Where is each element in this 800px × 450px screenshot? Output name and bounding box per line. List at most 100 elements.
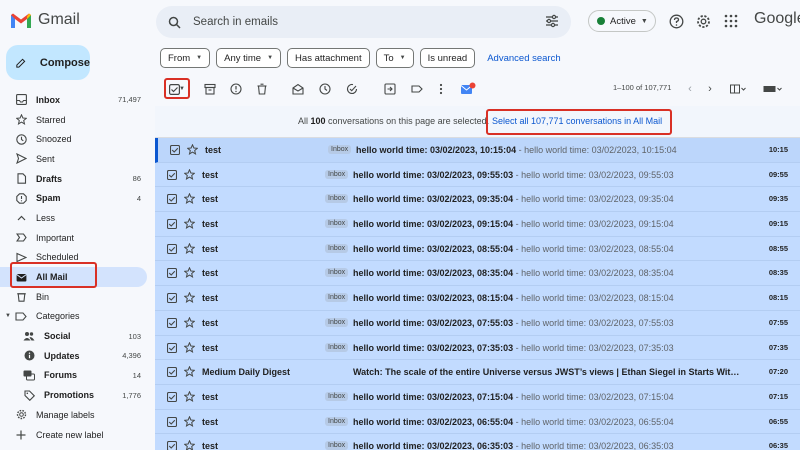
sidebar-item-spam[interactable]: Spam 4: [0, 188, 155, 208]
density-icon[interactable]: [762, 81, 784, 97]
archive-icon[interactable]: [202, 81, 218, 97]
expand-arrow-icon[interactable]: ▼: [5, 313, 11, 319]
email-row[interactable]: test Inbox hello world time: 03/02/2023, 0…: [155, 237, 800, 262]
email-row[interactable]: test Inbox hello world time: 03/02/2023, 0…: [155, 434, 800, 450]
email-row[interactable]: test Inbox hello world time: 03/02/2023, 0…: [155, 286, 800, 311]
email-row[interactable]: test Inbox hello world time: 03/02/2023, 0…: [155, 212, 800, 237]
compose-button[interactable]: Compose: [6, 45, 90, 80]
inbox-label-badge[interactable]: Inbox: [325, 391, 349, 401]
filter-chip-has-attachment[interactable]: Has attachment: [287, 48, 370, 68]
row-checkbox[interactable]: [166, 416, 178, 429]
star-icon[interactable]: [183, 439, 196, 450]
email-row[interactable]: test Inbox hello world time: 03/02/2023, 1…: [155, 138, 800, 163]
sidebar-item-sent[interactable]: Sent: [0, 149, 155, 169]
star-icon[interactable]: [183, 390, 196, 404]
inbox-label-badge[interactable]: Inbox: [325, 219, 349, 229]
star-icon[interactable]: [183, 291, 196, 305]
sidebar-item-starred[interactable]: Starred: [0, 110, 155, 130]
gmail-logo[interactable]: Gmail: [10, 11, 80, 29]
star-icon[interactable]: [186, 143, 199, 157]
star-icon[interactable]: [183, 341, 196, 355]
sidebar-item-social[interactable]: Social 103: [0, 326, 155, 346]
add-to-tasks-icon[interactable]: [344, 81, 360, 97]
sidebar-item-important[interactable]: Important: [0, 228, 155, 248]
email-row[interactable]: test Inbox hello world time: 03/02/2023, 0…: [155, 311, 800, 336]
filter-chip-to[interactable]: To ▼: [375, 48, 414, 68]
row-checkbox[interactable]: [166, 194, 178, 206]
inbox-label-badge[interactable]: Inbox: [325, 194, 349, 204]
email-row[interactable]: Medium Daily Digest Watch: The scale of t…: [155, 360, 800, 385]
row-checkbox[interactable]: [166, 342, 178, 355]
inbox-label-badge[interactable]: Inbox: [325, 169, 349, 179]
inbox-label-badge[interactable]: Inbox: [328, 145, 352, 154]
gear-icon[interactable]: [694, 12, 712, 30]
search-options-icon[interactable]: [545, 14, 559, 28]
filter-chip-any-time[interactable]: Any time ▼: [216, 48, 282, 68]
star-icon[interactable]: [183, 192, 196, 206]
sidebar-item-updates[interactable]: Updates 4,396: [0, 346, 155, 366]
email-row[interactable]: test Inbox hello world time: 03/02/2023, 0…: [155, 261, 800, 287]
row-checkbox[interactable]: [166, 243, 178, 256]
row-checkbox[interactable]: [166, 169, 178, 182]
email-row[interactable]: test Inbox hello world time: 03/02/2023, 0…: [155, 385, 800, 410]
help-icon[interactable]: [667, 12, 685, 30]
row-checkbox[interactable]: [166, 367, 178, 379]
previous-page-icon[interactable]: ‹: [682, 81, 698, 97]
delete-icon[interactable]: [254, 81, 270, 97]
star-icon[interactable]: [183, 242, 196, 256]
row-checkbox[interactable]: [169, 144, 181, 157]
email-row[interactable]: test Inbox hello world time: 03/02/2023, 0…: [155, 410, 800, 435]
row-checkbox[interactable]: [166, 268, 178, 280]
row-checkbox[interactable]: [166, 391, 178, 404]
inbox-label-badge[interactable]: Inbox: [325, 268, 349, 278]
sidebar-item-count: 14: [132, 370, 141, 380]
inbox-label-badge[interactable]: Inbox: [325, 416, 349, 426]
sidebar-item-bin[interactable]: Bin: [0, 287, 155, 307]
label-icon[interactable]: [409, 81, 425, 97]
star-icon[interactable]: [183, 365, 196, 379]
filter-chip-is-unread[interactable]: Is unread: [419, 48, 476, 68]
apps-grid-icon[interactable]: [722, 12, 740, 30]
search-bar[interactable]: Search in emails: [156, 6, 571, 38]
row-checkbox[interactable]: [166, 317, 178, 330]
inbox-label-badge[interactable]: Inbox: [325, 441, 349, 450]
select-dropdown-icon[interactable]: ▼: [178, 81, 186, 97]
row-checkbox[interactable]: [166, 219, 178, 231]
search-input[interactable]: Search in emails: [193, 16, 278, 28]
filter-chip-from[interactable]: From ▼: [160, 48, 211, 68]
google-logo[interactable]: Google: [754, 10, 800, 28]
advanced-search-link[interactable]: Advanced search: [487, 53, 560, 64]
row-checkbox[interactable]: [166, 441, 178, 450]
inbox-label-badge[interactable]: Inbox: [325, 317, 349, 327]
move-to-icon[interactable]: [382, 81, 398, 97]
email-row[interactable]: test Inbox hello world time: 03/02/2023, 0…: [155, 336, 800, 361]
sidebar-item-promotions[interactable]: Promotions 1,776: [0, 385, 155, 405]
split-pane-icon[interactable]: [728, 81, 748, 97]
star-icon[interactable]: [183, 415, 196, 429]
report-spam-icon[interactable]: [228, 81, 244, 97]
sidebar-item-create-new-label[interactable]: Create new label: [0, 425, 155, 445]
sidebar-item-drafts[interactable]: Drafts 86: [0, 169, 155, 189]
email-badge-icon[interactable]: [459, 81, 477, 97]
sidebar-item-manage-labels[interactable]: Manage labels: [0, 405, 155, 425]
status-dropdown[interactable]: Active ▼: [588, 10, 656, 32]
inbox-label-badge[interactable]: Inbox: [325, 293, 349, 303]
inbox-label-badge[interactable]: Inbox: [325, 342, 349, 352]
more-options-icon[interactable]: [433, 81, 449, 97]
sidebar-item-categories[interactable]: ▼ Categories: [0, 307, 155, 327]
row-checkbox[interactable]: [166, 293, 178, 305]
mark-as-read-icon[interactable]: [290, 81, 306, 97]
star-icon[interactable]: [183, 316, 196, 330]
sidebar-item-inbox[interactable]: Inbox 71,497: [0, 90, 155, 110]
star-icon[interactable]: [183, 266, 196, 280]
sidebar-item-forums[interactable]: Forums 14: [0, 366, 155, 386]
email-row[interactable]: test Inbox hello world time: 03/02/2023, 0…: [155, 163, 800, 188]
star-icon[interactable]: [183, 217, 196, 231]
email-row[interactable]: test Inbox hello world time: 03/02/2023, 0…: [155, 187, 800, 213]
inbox-label-badge[interactable]: Inbox: [325, 243, 349, 253]
snooze-icon[interactable]: [317, 81, 333, 97]
sidebar-item-snoozed[interactable]: Snoozed: [0, 129, 155, 149]
sidebar-item-less[interactable]: Less: [0, 208, 155, 228]
star-icon[interactable]: [183, 168, 196, 182]
next-page-icon[interactable]: ›: [702, 81, 718, 97]
